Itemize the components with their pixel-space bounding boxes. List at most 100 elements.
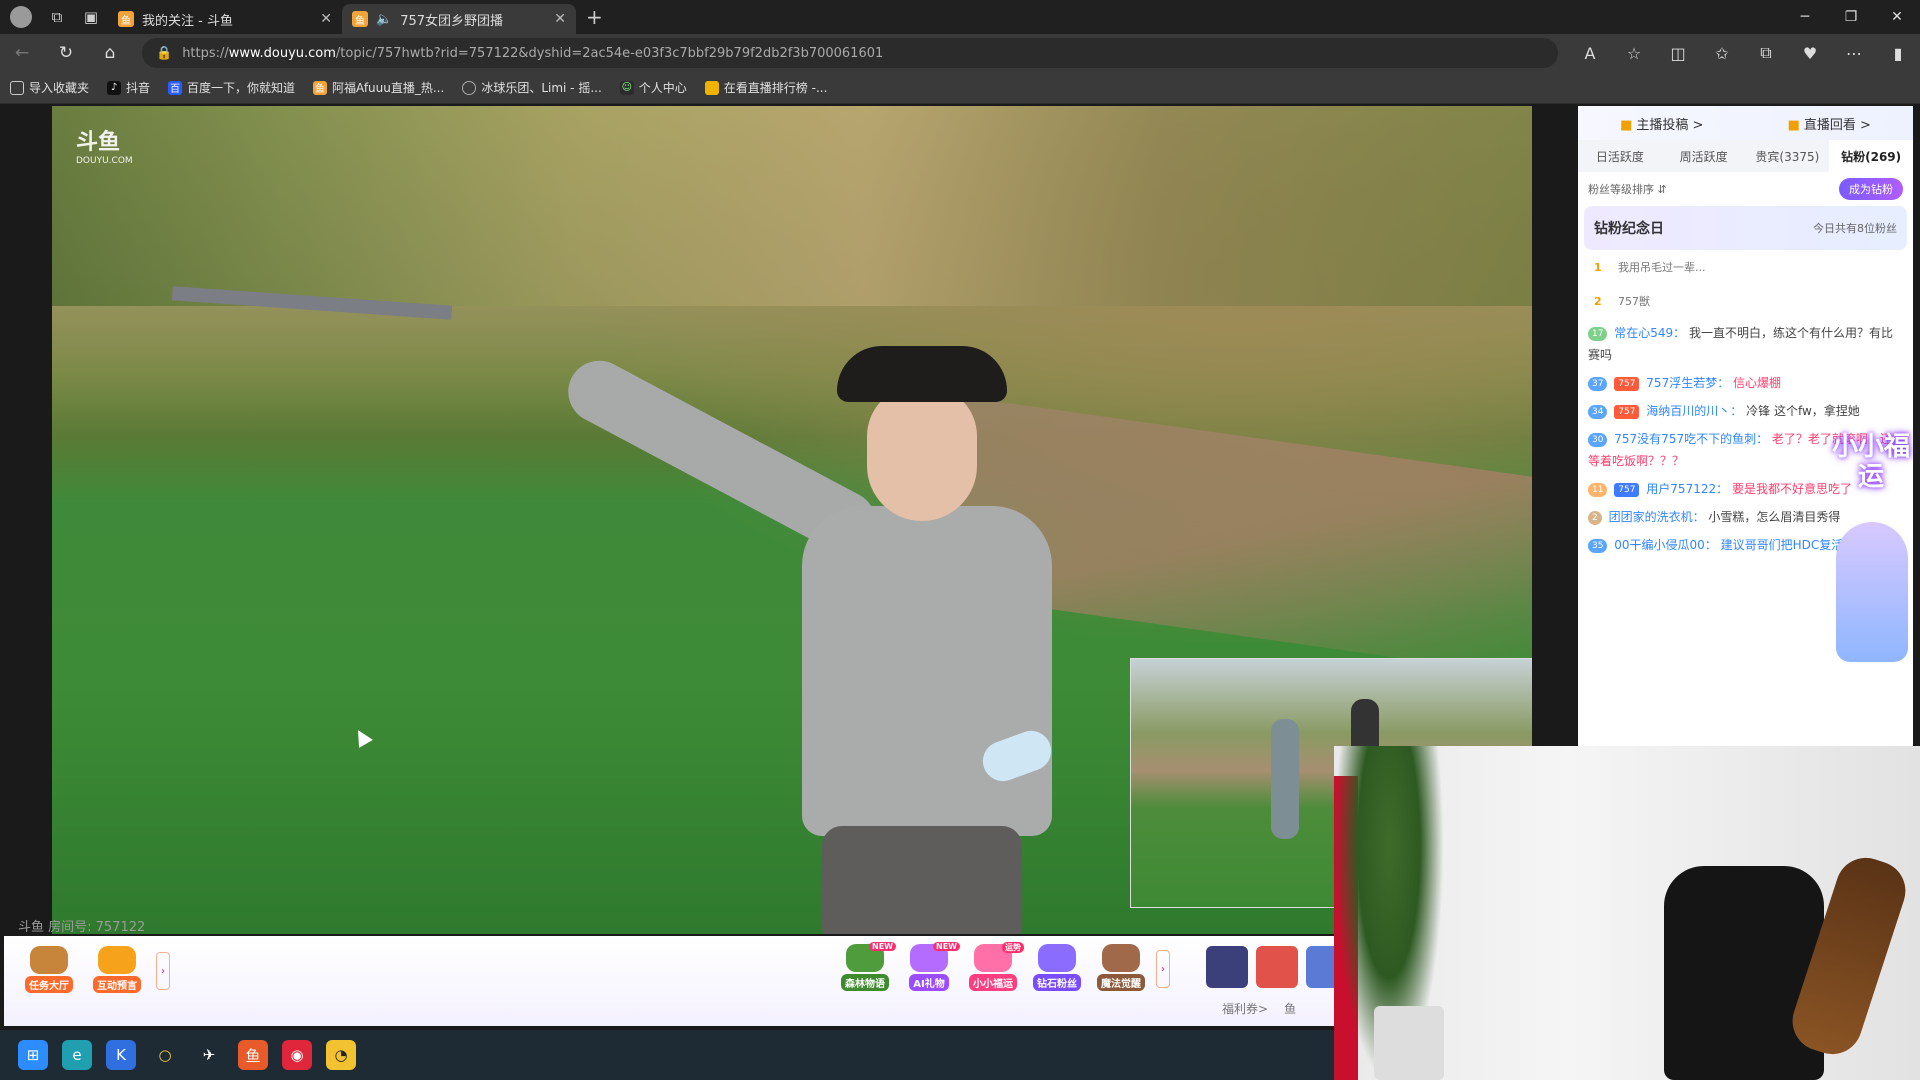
watermark-text: 斗鱼 <box>76 130 121 155</box>
fan-rank-row[interactable]: 1 我用吊毛过一辈... <box>1578 250 1913 284</box>
read-aloud-icon[interactable]: A <box>1568 43 1612 63</box>
url-prefix: https:// <box>182 45 229 61</box>
little-fortune-button[interactable]: 运势 小小福运 <box>964 942 1024 994</box>
expand-handle[interactable]: › <box>1156 950 1170 988</box>
gift-item-icon[interactable] <box>1256 946 1298 988</box>
level-badge: 34 <box>1588 404 1608 419</box>
anniversary-title: 钻粉纪念日 <box>1594 221 1664 237</box>
workspaces-icon[interactable]: ⧉ <box>40 0 74 34</box>
fish-link[interactable]: 鱼 <box>1284 1000 1296 1017</box>
bookmark-douyin[interactable]: ♪ 抖音 <box>107 79 150 96</box>
fan-name: 我用吊毛过一辈... <box>1618 261 1706 274</box>
close-window-icon[interactable]: ✕ <box>1874 0 1920 34</box>
favorite-star-icon[interactable]: ☆ <box>1612 43 1656 63</box>
prediction-button[interactable]: 互动预言 <box>88 946 146 996</box>
room-id: 斗鱼 房间号: 757122 <box>18 920 146 935</box>
windows-start-icon[interactable]: ⊞ <box>18 1040 48 1070</box>
tab-title: 757女团乡野团播 <box>400 13 504 29</box>
tab-diamond-fans[interactable]: 钻粉(269) <box>1829 140 1913 172</box>
bookmark-ranking[interactable]: 在看直播排行榜 -... <box>704 79 827 96</box>
home-icon[interactable]: ⌂ <box>88 43 132 63</box>
bookmark-afuuu[interactable]: 鱼阿福Afuuu直播_热... <box>313 79 444 96</box>
rank-index: 1 <box>1594 260 1602 274</box>
diamond-fan-button[interactable]: 钻石粉丝 <box>1028 944 1086 994</box>
chat-username[interactable]: 用户757122： <box>1646 482 1728 496</box>
tab-close-icon[interactable]: ✕ <box>320 11 332 27</box>
bookmark-bingqiu[interactable]: 冰球乐团、Limi - 摇... <box>462 79 602 96</box>
sort-row: 粉丝等级排序 ⇵ 成为钻粉 <box>1578 172 1913 206</box>
fan-rank-row[interactable]: 2 757獣 <box>1578 284 1913 318</box>
minimize-icon[interactable]: ─ <box>1782 0 1828 34</box>
favorites-icon[interactable]: ✩ <box>1700 43 1744 63</box>
new-tab-icon[interactable]: + <box>586 5 603 29</box>
link-label: 主播投稿 > <box>1636 117 1704 133</box>
bookmark-import[interactable]: 导入收藏夹 <box>10 79 89 96</box>
chat-username[interactable]: 757浮生若梦： <box>1646 376 1729 390</box>
streamer-face <box>867 386 977 521</box>
become-diamond-fan-button[interactable]: 成为钻粉 <box>1839 178 1903 200</box>
magic-awaken-button[interactable]: 魔法觉醒 <box>1092 944 1150 994</box>
tab-vip[interactable]: 贵宾(3375) <box>1746 140 1830 172</box>
profile-avatar[interactable] <box>10 6 32 28</box>
forest-story-button[interactable]: NEW 森林物语 <box>836 942 896 994</box>
chat-username[interactable]: 757没有757吃不下的鱼刺： <box>1614 432 1768 446</box>
video-player[interactable]: 斗鱼 DOUYU.COM <box>52 106 1532 934</box>
collections-icon[interactable]: ⧉ <box>1744 43 1788 63</box>
bookmark-label: 阿福Afuuu直播_热... <box>332 81 445 95</box>
refresh-icon[interactable]: ↻ <box>44 43 88 63</box>
sidebar-icon[interactable]: ▮ <box>1876 43 1920 63</box>
paper-plane-icon[interactable]: ✈ <box>194 1040 224 1070</box>
tab-757-stream[interactable]: 鱼 🔈 757女团乡野团播 ✕ <box>342 4 576 34</box>
kugou-icon[interactable]: K <box>106 1040 136 1070</box>
bookmark-label: 抖音 <box>126 81 151 95</box>
edge-browser-icon[interactable]: e <box>62 1040 92 1070</box>
diamond-anniversary[interactable]: 钻粉纪念日 今日共有8位粉丝 <box>1584 206 1907 250</box>
expand-handle[interactable]: › <box>156 952 170 990</box>
ai-gift-button[interactable]: NEW AI礼物 <box>900 942 960 994</box>
panel-top-links: ■ 主播投稿 > ■ 直播回看 > <box>1578 106 1913 140</box>
fan-name: 757獣 <box>1618 295 1650 308</box>
lock-icon[interactable]: 🔒 <box>156 46 172 61</box>
bookmark-baidu[interactable]: 百百度一下，你就知道 <box>168 79 295 96</box>
chat-username[interactable]: 常在心549： <box>1614 326 1685 340</box>
tab-daily-activity[interactable]: 日活跃度 <box>1578 140 1662 172</box>
title-bar: ⧉ ▣ 鱼 我的关注 - 斗鱼 ✕ 鱼 🔈 757女团乡野团播 ✕ + ─ ❐ … <box>0 0 1920 34</box>
speaker-icon[interactable]: 🔈 <box>376 12 392 27</box>
chat-username[interactable]: 团团家的洗衣机： <box>1609 510 1705 524</box>
url-field[interactable]: 🔒 https://www.douyu.com/topic/757hwtb?ri… <box>142 38 1558 68</box>
link-label: 直播回看 > <box>1803 117 1871 133</box>
tab-actions-icon[interactable]: ▣ <box>74 0 108 34</box>
button-label: 钻石粉丝 <box>1033 974 1081 991</box>
new-badge: NEW <box>869 942 896 951</box>
replay-link[interactable]: ■ 直播回看 > <box>1788 114 1871 133</box>
chat-username[interactable]: 海纳百川的川丶： <box>1646 404 1742 418</box>
little-fortune-promo[interactable]: 小小福运 <box>1830 322 1912 662</box>
streamer-figure <box>557 256 1072 934</box>
plant-pot <box>1374 1006 1444 1080</box>
more-icon[interactable]: ⋯ <box>1832 43 1876 63</box>
back-icon[interactable]: ← <box>0 43 44 63</box>
streamer-torso <box>802 506 1052 836</box>
streamer-submission-link[interactable]: ■ 主播投稿 > <box>1620 114 1703 133</box>
douyu-app-icon[interactable]: 鱼 <box>238 1040 268 1070</box>
extension-icon[interactable]: ♥ <box>1788 43 1832 63</box>
circle-app-icon[interactable]: ○ <box>150 1040 180 1070</box>
level-badge: 11 <box>1588 482 1608 497</box>
tab-my-follows[interactable]: 鱼 我的关注 - 斗鱼 ✕ <box>108 4 342 34</box>
fan-level-sort[interactable]: 粉丝等级排序 ⇵ <box>1588 181 1667 197</box>
task-hall-button[interactable]: 任务大厅 <box>20 946 78 996</box>
tab-close-icon[interactable]: ✕ <box>554 11 566 27</box>
level-badge: 37 <box>1588 376 1608 391</box>
gift-item-icon[interactable] <box>1206 946 1248 988</box>
chat-username[interactable]: 00干编小侵瓜00： <box>1614 538 1717 552</box>
button-label: 任务大厅 <box>25 976 73 993</box>
bookmark-personal[interactable]: ☺ 个人中心 <box>619 79 687 96</box>
netease-music-icon[interactable]: ◉ <box>282 1040 312 1070</box>
anniversary-count: 今日共有8位粉丝 <box>1813 222 1897 235</box>
coupon-link[interactable]: 福利券> <box>1222 1000 1268 1017</box>
bookmark-label: 导入收藏夹 <box>29 81 90 95</box>
split-screen-icon[interactable]: ◫ <box>1656 43 1700 63</box>
restore-icon[interactable]: ❐ <box>1828 0 1874 34</box>
tab-weekly-activity[interactable]: 周活跃度 <box>1662 140 1746 172</box>
owl-app-icon[interactable]: ◔ <box>326 1040 356 1070</box>
